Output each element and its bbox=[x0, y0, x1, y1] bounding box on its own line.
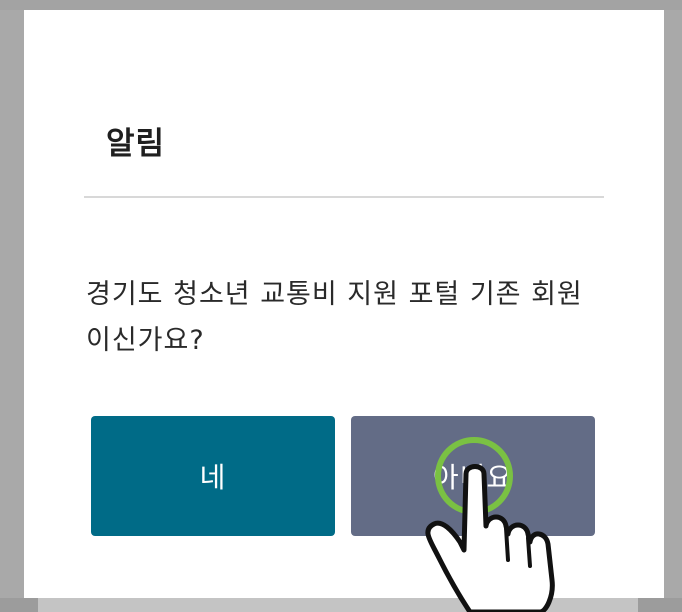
dialog-title: 알림 bbox=[106, 126, 166, 162]
dialog-divider bbox=[84, 196, 604, 198]
yes-button[interactable]: 네 bbox=[91, 416, 335, 536]
dialog-message: 경기도 청소년 교통비 지원 포털 기존 회원이신가요? bbox=[86, 279, 583, 356]
no-button-label: 아니요 bbox=[432, 461, 514, 494]
backdrop-page-edge bbox=[38, 598, 638, 612]
alert-dialog: 알림 경기도 청소년 교통비 지원 포털 기존 회원이신가요? 네 아니요 bbox=[24, 10, 664, 598]
yes-button-label: 네 bbox=[199, 461, 227, 494]
no-button[interactable]: 아니요 bbox=[351, 416, 595, 536]
backdrop-top bbox=[0, 0, 682, 10]
